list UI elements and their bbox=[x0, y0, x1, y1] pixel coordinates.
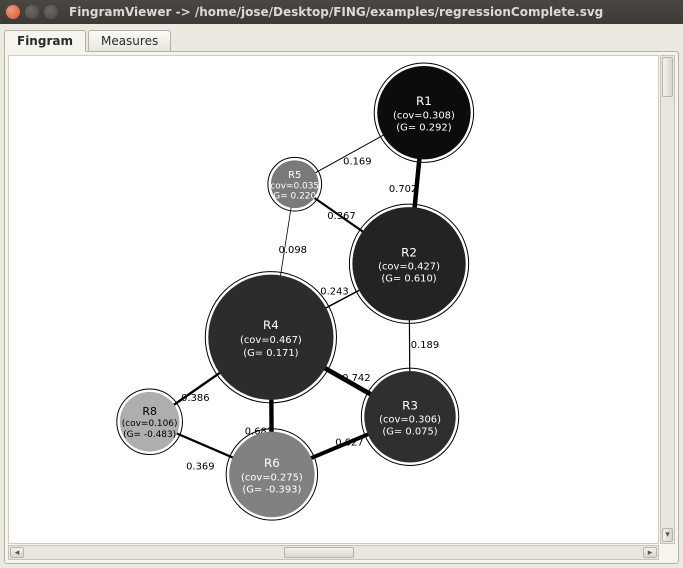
edge-label-r1-r5: 0.169 bbox=[343, 156, 371, 167]
node-r4-g: (G= 0.171) bbox=[243, 348, 298, 359]
node-r8[interactable]: R8 (cov=0.106) (G= -0.483) bbox=[117, 389, 183, 455]
tab-panel: 0.169 0.702 0.367 0.098 0.243 0.189 0.74… bbox=[4, 51, 679, 564]
node-r3-name: R3 bbox=[402, 398, 418, 412]
vertical-scrollbar[interactable]: ▾ bbox=[660, 55, 675, 544]
edge-label-r2-r3: 0.189 bbox=[411, 340, 439, 351]
vscroll-thumb[interactable] bbox=[662, 57, 673, 97]
maximize-icon[interactable] bbox=[44, 5, 58, 19]
node-r3-g: (G= 0.075) bbox=[382, 427, 437, 438]
minimize-icon[interactable] bbox=[25, 5, 39, 19]
node-r1-cov: (cov=0.308) bbox=[393, 111, 455, 122]
node-r1[interactable]: R1 (cov=0.308) (G= 0.292) bbox=[374, 63, 473, 162]
edge-label-r1-r2: 0.702 bbox=[389, 184, 417, 195]
node-r2-g: (G= 0.610) bbox=[381, 274, 436, 285]
node-r1-g: (G= 0.292) bbox=[396, 123, 451, 134]
edge-label-r4-r8: 0.386 bbox=[181, 393, 209, 404]
graph-viewport[interactable]: 0.169 0.702 0.367 0.098 0.243 0.189 0.74… bbox=[8, 55, 659, 544]
node-r4-name: R4 bbox=[263, 318, 279, 332]
edge-label-r8-r6: 0.369 bbox=[186, 461, 214, 472]
edge-label-r6-r3: 0.627 bbox=[335, 438, 363, 449]
horizontal-scrollbar[interactable]: ◂ ▸ bbox=[8, 545, 659, 560]
node-r1-name: R1 bbox=[416, 94, 432, 108]
node-r6-name: R6 bbox=[264, 456, 280, 470]
node-r3[interactable]: R3 (cov=0.306) (G= 0.075) bbox=[361, 368, 458, 465]
scroll-down-icon[interactable]: ▾ bbox=[662, 528, 673, 542]
node-r2-name: R2 bbox=[401, 245, 417, 259]
node-r8-cov: (cov=0.106) bbox=[122, 419, 178, 429]
node-r5[interactable]: R5 cov=0.035 G= 0.220 bbox=[268, 157, 322, 211]
node-r6-g: (G= -0.393) bbox=[242, 484, 301, 495]
fingram-graph: 0.169 0.702 0.367 0.098 0.243 0.189 0.74… bbox=[9, 56, 658, 543]
node-r4[interactable]: R4 (cov=0.467) (G= 0.171) bbox=[205, 272, 336, 403]
node-r3-cov: (cov=0.306) bbox=[379, 415, 441, 426]
node-r8-g: (G= -0.483) bbox=[123, 430, 176, 440]
window-titlebar: FingramViewer -> /home/jose/Desktop/FING… bbox=[0, 0, 683, 24]
tab-bar: Fingram Measures bbox=[4, 26, 679, 51]
app-body: Fingram Measures 0.169 0.702 0.367 0.098… bbox=[0, 24, 683, 568]
window-title: FingramViewer -> /home/jose/Desktop/FING… bbox=[69, 5, 603, 19]
edge-label-r4-r3: 0.742 bbox=[342, 373, 370, 384]
hscroll-track[interactable] bbox=[25, 547, 642, 558]
edge-label-r5-r4: 0.098 bbox=[279, 245, 307, 256]
hscroll-thumb[interactable] bbox=[284, 547, 354, 558]
node-r5-g: G= 0.220 bbox=[273, 192, 316, 202]
node-r5-cov: cov=0.035 bbox=[270, 182, 319, 192]
node-r8-name: R8 bbox=[142, 405, 157, 418]
node-r2[interactable]: R2 (cov=0.427) (G= 0.610) bbox=[349, 204, 468, 323]
edge-label-r5-r2: 0.367 bbox=[327, 211, 355, 222]
node-r6[interactable]: R6 (cov=0.275) (G= -0.393) bbox=[226, 429, 317, 520]
close-icon[interactable] bbox=[6, 5, 20, 19]
tab-fingram[interactable]: Fingram bbox=[4, 30, 86, 52]
scroll-left-icon[interactable]: ◂ bbox=[10, 547, 24, 558]
tab-measures[interactable]: Measures bbox=[88, 30, 171, 51]
node-r4-cov: (cov=0.467) bbox=[240, 335, 302, 346]
edge-label-r2-r4: 0.243 bbox=[320, 287, 348, 298]
node-r6-cov: (cov=0.275) bbox=[241, 472, 303, 483]
node-r5-name: R5 bbox=[288, 170, 301, 181]
scroll-right-icon[interactable]: ▸ bbox=[643, 547, 657, 558]
node-r2-cov: (cov=0.427) bbox=[378, 262, 440, 273]
